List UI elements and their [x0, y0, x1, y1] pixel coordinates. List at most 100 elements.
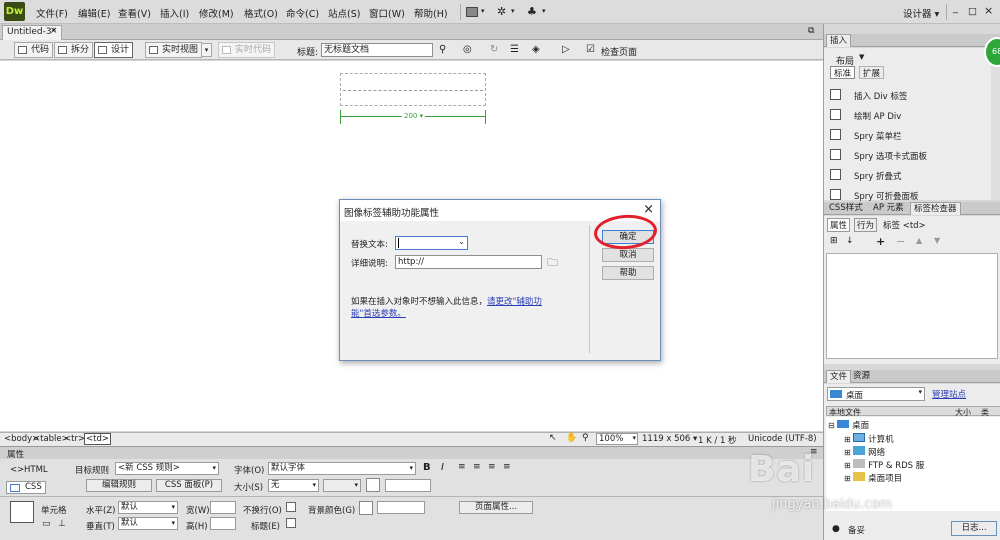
align-right-icon[interactable]: ≡ — [488, 462, 496, 472]
bg-color-swatch[interactable] — [359, 501, 373, 515]
font-select[interactable]: 默认字体 ▾ — [268, 462, 416, 475]
edit-rule-button[interactable]: 编辑规则 — [86, 479, 152, 492]
merge-cells-icon[interactable]: ▭ — [42, 519, 51, 529]
split-view-button[interactable]: 拆分 — [54, 42, 94, 58]
tab-behaviors[interactable]: 行为 — [854, 218, 878, 232]
menu-commands[interactable]: 命令(C) — [286, 6, 319, 20]
tree-item-desktop-items[interactable]: ⊞ 桌面项目 — [844, 472, 902, 484]
nowrap-checkbox[interactable] — [286, 502, 296, 512]
tree-item-desktop[interactable]: ⊟ 桌面 — [828, 419, 869, 431]
refresh-icon[interactable]: ↻ — [490, 44, 498, 55]
menu-insert[interactable]: 插入(I) — [160, 6, 189, 20]
size-select[interactable]: 无 ▾ — [268, 479, 319, 492]
location-select[interactable]: 桌面 ▾ — [827, 387, 925, 401]
height-input[interactable] — [210, 517, 236, 530]
design-view-button[interactable]: 设计 — [94, 42, 134, 58]
check-page-button[interactable]: 检查页面 — [601, 45, 637, 58]
remove-behavior-icon[interactable]: − — [896, 235, 905, 248]
restore-icon[interactable]: ⧉ — [808, 26, 814, 36]
tab-files[interactable]: 文件 — [826, 370, 852, 383]
table-width-label[interactable]: 200 ▾ — [402, 112, 426, 120]
view-options-icon[interactable]: ☰ — [510, 44, 519, 55]
alt-text-combobox[interactable]: ⌄ — [395, 236, 468, 250]
tag-td[interactable]: <td> — [84, 433, 111, 445]
target-rule-select[interactable]: <新 CSS 规则> ▾ — [115, 462, 219, 475]
horz-select[interactable]: 默认 ▾ — [118, 501, 178, 514]
layout-icon[interactable] — [466, 7, 478, 17]
close-icon[interactable]: × — [643, 202, 654, 217]
document-tab[interactable]: Untitled-3* × — [2, 25, 62, 40]
css-panel-button[interactable]: CSS 面板(P) — [156, 479, 222, 492]
menu-window[interactable]: 窗口(W) — [369, 6, 405, 20]
live-view-button[interactable]: 实时视图 — [145, 42, 203, 58]
visual-aids-icon[interactable]: ◈ — [532, 44, 540, 55]
tab-tag-inspector[interactable]: 标签检查器 — [910, 202, 961, 215]
move-up-icon[interactable]: ▲ — [916, 236, 922, 245]
text-color-input[interactable] — [385, 479, 431, 492]
live-code-button[interactable]: 实时代码 — [218, 42, 276, 58]
menu-edit[interactable]: 编辑(E) — [78, 6, 110, 20]
tree-item-ftp[interactable]: ⊞ FTP & RDS 服 — [844, 459, 924, 471]
expanded-button[interactable]: 扩展 — [859, 66, 884, 79]
align-center-icon[interactable]: ≡ — [473, 462, 481, 472]
menu-file[interactable]: 文件(F) — [36, 6, 68, 20]
cancel-button[interactable]: 取消 — [602, 248, 654, 262]
tab-ap-elements[interactable]: AP 元素 — [870, 202, 907, 215]
table-outline[interactable] — [340, 73, 486, 106]
align-left-icon[interactable]: ≡ — [458, 462, 466, 472]
preferences-link[interactable]: 请更改"辅助功 — [487, 297, 542, 307]
help-button[interactable]: 帮助 — [602, 266, 654, 280]
bg-color-input[interactable] — [377, 501, 425, 514]
longdesc-input[interactable]: http:// — [395, 255, 542, 269]
tab-insert[interactable]: 插入 — [826, 34, 852, 47]
css-mode-button[interactable]: CSS — [6, 481, 46, 494]
split-cells-icon[interactable]: ⊥ — [58, 519, 66, 529]
title-input[interactable]: 无标题文档 — [321, 43, 433, 57]
tab-assets[interactable]: 资源 — [850, 370, 873, 383]
chevron-down-icon[interactable]: ▼ — [859, 53, 864, 61]
tree-item-computer[interactable]: ⊞ 计算机 — [844, 433, 894, 445]
chevron-down-icon[interactable]: ⌄ — [458, 237, 465, 246]
close-icon[interactable]: × — [50, 26, 58, 36]
menu-view[interactable]: 查看(V) — [118, 6, 151, 20]
tab-attributes[interactable]: 属性 — [827, 218, 851, 232]
gear-icon[interactable]: ✲ — [497, 5, 506, 18]
validate-icon[interactable]: ▷ — [562, 44, 570, 55]
vert-select[interactable]: 默认 ▾ — [118, 517, 178, 530]
code-view-button[interactable]: 代码 — [14, 42, 54, 58]
size-unit-select[interactable]: ▾ — [323, 479, 361, 492]
italic-icon[interactable]: I — [441, 462, 444, 473]
workspace-switcher[interactable]: 设计器 ▾ — [903, 6, 939, 20]
standard-button[interactable]: 标准 — [830, 66, 855, 79]
html-mode-button[interactable]: <> HTML — [8, 465, 48, 478]
zoom-icon[interactable]: ⚲ — [582, 433, 589, 443]
behaviors-list[interactable] — [826, 253, 998, 359]
window-size[interactable]: 1119 x 506 ▾ — [642, 434, 697, 444]
site-icon[interactable]: ♣ — [527, 5, 537, 18]
folder-icon[interactable]: 🗀 — [547, 254, 558, 273]
manage-sites-link[interactable]: 管理站点 — [932, 388, 966, 400]
bold-icon[interactable]: B — [423, 462, 431, 473]
width-input[interactable] — [210, 501, 236, 514]
tree-item-network[interactable]: ⊞ 网络 — [844, 446, 885, 458]
insert-scrollbar[interactable] — [991, 48, 1000, 200]
tab-css-styles[interactable]: CSS样式 — [826, 202, 866, 215]
hand-icon[interactable]: ✋ — [566, 433, 577, 443]
menu-format[interactable]: 格式(O) — [244, 6, 278, 20]
header-checkbox[interactable] — [286, 518, 296, 528]
justify-icon[interactable]: ≡ — [503, 462, 511, 472]
page-properties-button[interactable]: 页面属性... — [459, 501, 533, 514]
live-view-dropdown[interactable]: ▾ — [201, 43, 212, 57]
preferences-link-cont[interactable]: 能"首选参数。 — [351, 309, 406, 319]
tag-tr[interactable]: <tr> — [64, 434, 85, 444]
preview-browser-icon[interactable]: ◎ — [463, 44, 472, 55]
text-color-swatch[interactable] — [366, 478, 380, 492]
menu-help[interactable]: 帮助(H) — [414, 6, 448, 20]
move-down-icon[interactable]: ▼ — [934, 236, 940, 245]
maximize-button[interactable]: □ — [968, 6, 977, 17]
sort-icon[interactable]: ↓ — [846, 236, 854, 246]
add-behavior-icon[interactable]: + — [876, 235, 885, 248]
log-button[interactable]: 日志... — [951, 521, 997, 536]
file-management-icon[interactable]: ⚲ — [439, 44, 446, 55]
minimize-button[interactable]: _ — [953, 3, 958, 14]
